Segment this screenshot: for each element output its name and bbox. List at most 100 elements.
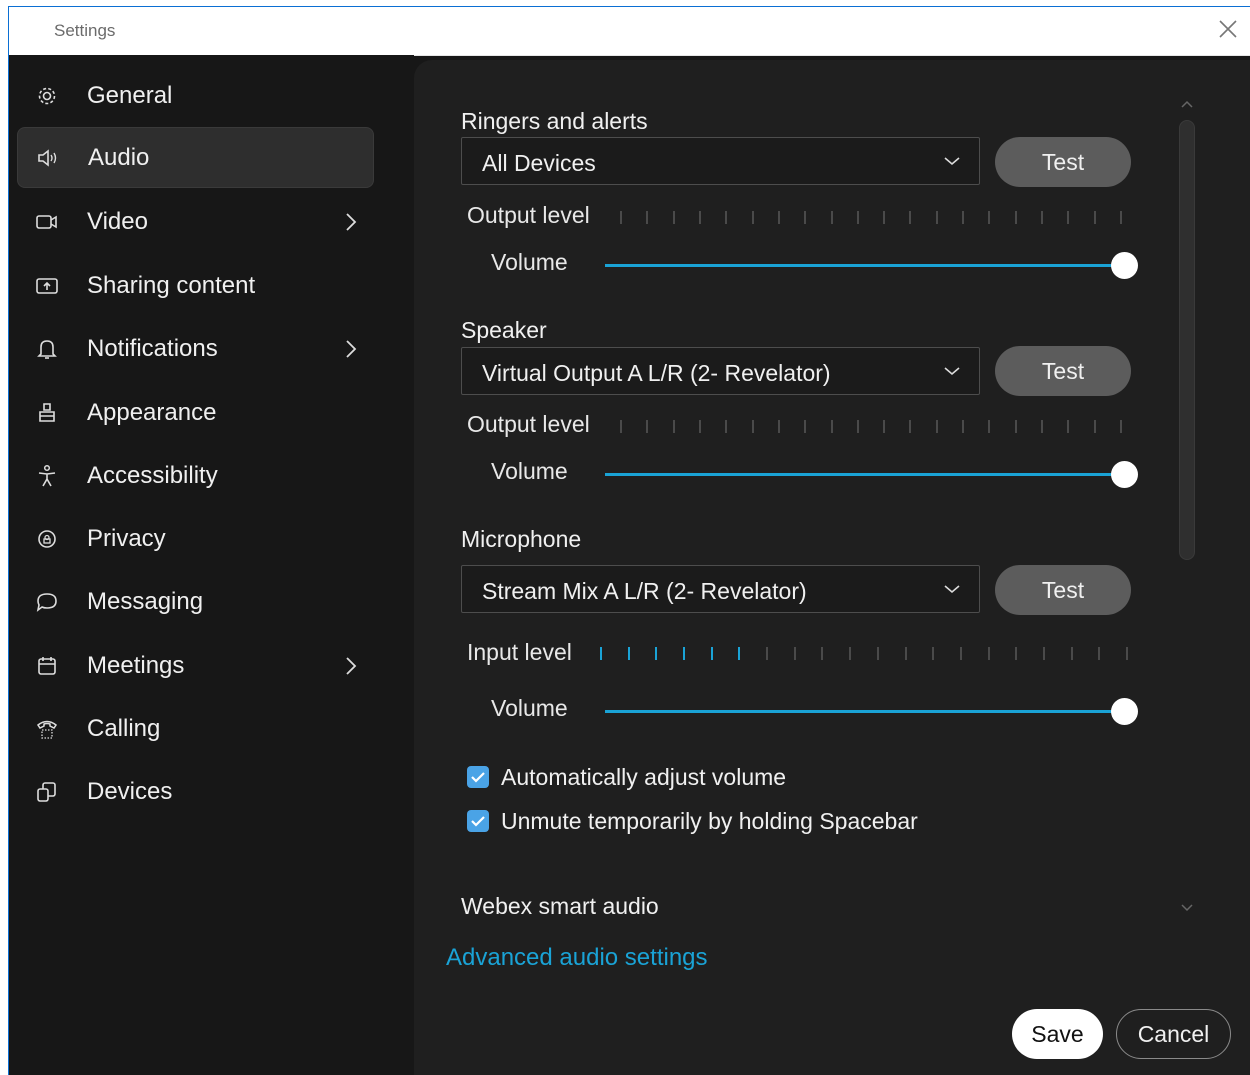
sidebar-item-notifications[interactable]: Notifications	[17, 318, 374, 379]
microphone-device-select[interactable]: Stream Mix A L/R (2- Revelator)	[461, 565, 980, 613]
content-scrollbar[interactable]	[1174, 92, 1204, 922]
sidebar-item-label: General	[87, 81, 173, 109]
level-tick	[673, 420, 675, 433]
level-tick	[1120, 420, 1122, 433]
scroll-down-icon[interactable]	[1178, 898, 1196, 916]
level-tick	[905, 647, 907, 660]
chevron-down-icon	[944, 157, 960, 166]
video-camera-icon	[35, 210, 59, 234]
sidebar-item-label: Calling	[87, 714, 161, 742]
chevron-right-icon	[346, 656, 357, 675]
level-tick	[752, 211, 754, 224]
sidebar-item-video[interactable]: Video	[17, 191, 374, 252]
sidebar-item-label: Sharing content	[87, 271, 256, 299]
level-tick	[699, 211, 701, 224]
level-tick	[683, 647, 685, 660]
level-tick	[936, 420, 938, 433]
microphone-volume-label: Volume	[491, 695, 568, 721]
level-tick	[909, 420, 911, 433]
level-tick	[778, 211, 780, 224]
checkbox-checked-icon[interactable]	[467, 810, 489, 832]
level-tick	[821, 647, 823, 660]
sidebar-item-label: Audio	[88, 143, 150, 171]
sidebar-item-messaging[interactable]: Messaging	[17, 571, 374, 632]
auto-adjust-volume-option[interactable]: Automatically adjust volume	[467, 762, 786, 792]
privacy-shield-icon	[35, 527, 59, 551]
save-button[interactable]: Save	[1012, 1009, 1103, 1059]
sidebar-item-label: Accessibility	[87, 461, 218, 489]
level-tick	[988, 647, 990, 660]
sidebar-item-appearance[interactable]: Appearance	[17, 382, 374, 443]
sidebar-item-label: Messaging	[87, 587, 204, 615]
unmute-spacebar-label: Unmute temporarily by holding Spacebar	[501, 807, 918, 834]
level-tick	[673, 211, 675, 224]
level-tick	[849, 647, 851, 660]
smart-audio-section-title: Webex smart audio	[461, 893, 659, 919]
level-tick	[1098, 647, 1100, 660]
level-tick	[909, 211, 911, 224]
level-tick	[752, 420, 754, 433]
chat-bubble-icon	[35, 590, 59, 614]
level-tick	[883, 211, 885, 224]
level-tick	[1120, 211, 1122, 224]
sidebar-item-label: Notifications	[87, 334, 218, 362]
bell-icon	[35, 337, 59, 361]
sidebar-item-accessibility[interactable]: Accessibility	[17, 445, 374, 506]
ringers-test-button[interactable]: Test	[995, 137, 1131, 187]
advanced-audio-settings-link[interactable]: Advanced audio settings	[446, 944, 708, 972]
speaker-output-level-meter	[620, 420, 1122, 434]
level-tick	[766, 647, 768, 660]
level-tick	[778, 420, 780, 433]
ringers-section-title: Ringers and alerts	[461, 108, 648, 134]
speaker-test-button[interactable]: Test	[995, 346, 1131, 396]
speaker-volume-label: Volume	[491, 458, 568, 484]
ringers-volume-slider[interactable]	[605, 252, 1138, 280]
screen-share-icon	[35, 274, 59, 298]
ringers-volume-label: Volume	[491, 249, 568, 275]
level-tick	[628, 647, 630, 660]
level-tick	[831, 420, 833, 433]
sidebar-item-sharing-content[interactable]: Sharing content	[17, 255, 374, 316]
speaker-volume-slider[interactable]	[605, 461, 1138, 489]
chevron-right-icon	[346, 212, 357, 231]
level-tick	[804, 420, 806, 433]
speaker-device-select[interactable]: Virtual Output A L/R (2- Revelator)	[461, 347, 980, 395]
level-tick	[988, 420, 990, 433]
sidebar-item-audio[interactable]: Audio	[17, 127, 374, 188]
level-tick	[857, 211, 859, 224]
ringers-device-select[interactable]: All Devices	[461, 137, 980, 185]
chevron-down-icon	[944, 367, 960, 376]
calendar-icon	[35, 654, 59, 678]
sidebar-item-calling[interactable]: Calling	[17, 698, 374, 759]
level-tick	[725, 420, 727, 433]
slider-thumb[interactable]	[1111, 461, 1138, 488]
title-bar: Settings	[9, 7, 1250, 56]
level-tick	[711, 647, 713, 660]
sidebar-item-general[interactable]: General	[17, 65, 374, 126]
microphone-device-value: Stream Mix A L/R (2- Revelator)	[482, 578, 807, 604]
scroll-up-icon[interactable]	[1178, 96, 1196, 114]
speaker-output-level-label: Output level	[467, 411, 590, 437]
sidebar-item-meetings[interactable]: Meetings	[17, 635, 374, 696]
speaker-section-title: Speaker	[461, 317, 547, 343]
microphone-volume-slider[interactable]	[605, 698, 1138, 726]
level-tick	[1041, 211, 1043, 224]
slider-thumb[interactable]	[1111, 698, 1138, 725]
level-tick	[1067, 420, 1069, 433]
microphone-input-level-label: Input level	[467, 639, 572, 665]
sidebar-item-privacy[interactable]: Privacy	[17, 508, 374, 569]
microphone-test-button[interactable]: Test	[995, 565, 1131, 615]
scrollbar-thumb[interactable]	[1179, 120, 1195, 560]
slider-thumb[interactable]	[1111, 252, 1138, 279]
checkbox-checked-icon[interactable]	[467, 766, 489, 788]
sidebar-item-devices[interactable]: Devices	[17, 761, 374, 822]
close-icon[interactable]	[1215, 16, 1241, 42]
level-tick	[936, 211, 938, 224]
level-tick	[960, 647, 962, 660]
sidebar-item-label: Devices	[87, 777, 173, 805]
unmute-spacebar-option[interactable]: Unmute temporarily by holding Spacebar	[467, 806, 918, 836]
level-tick	[1126, 647, 1128, 660]
level-tick	[725, 211, 727, 224]
cancel-button[interactable]: Cancel	[1116, 1009, 1231, 1059]
level-tick	[1041, 420, 1043, 433]
